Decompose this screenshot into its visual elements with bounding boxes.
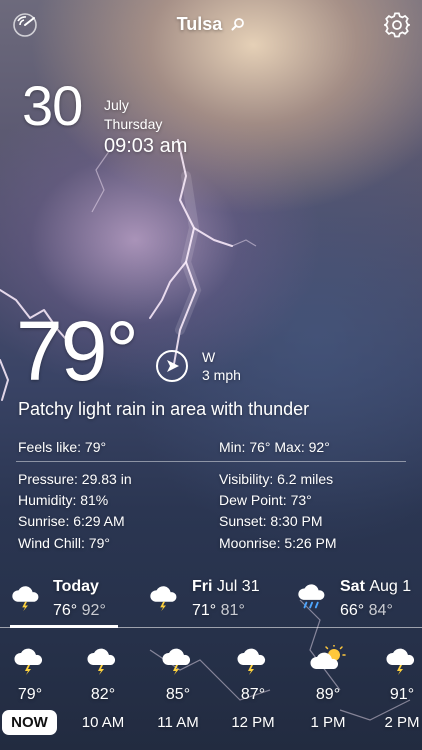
wind-chill: Wind Chill: 79° <box>18 535 110 551</box>
wind-speed: 3 mph <box>202 367 241 383</box>
sunrise: Sunrise: 6:29 AM <box>18 513 125 529</box>
dew-point: Dew Point: 73° <box>219 492 312 508</box>
hourly-temp: 79° <box>17 686 43 703</box>
hourly-item[interactable]: 87° 12 PM <box>223 645 283 745</box>
forecast-day-label: Sat Aug 1 <box>340 578 412 595</box>
hourly-label: 11 AM <box>157 714 199 731</box>
wind-direction: W <box>202 349 216 365</box>
forecast-temps: 71° 81° <box>192 602 245 620</box>
thunderstorm-icon <box>150 586 177 612</box>
pressure: Pressure: 29.83 in <box>18 471 132 487</box>
hourly-item[interactable]: 82° 10 AM <box>73 645 133 745</box>
sunset: Sunset: 8:30 PM <box>219 513 323 529</box>
rain-icon <box>298 584 325 609</box>
feels-like: Feels like: 79° <box>18 439 107 455</box>
thunderstorm-icon <box>386 648 415 675</box>
hourly-temp: 89° <box>315 686 341 703</box>
thunderstorm-icon <box>162 648 191 675</box>
thunderstorm-icon <box>87 648 116 675</box>
thunderstorm-icon <box>237 648 266 675</box>
forecast-high: 71° <box>192 602 217 619</box>
hourly-temp: 85° <box>165 686 191 703</box>
forecast-low: 84° <box>368 602 393 619</box>
hourly-temp: 91° <box>389 686 415 703</box>
hourly-item[interactable]: 89° 1 PM <box>298 645 358 745</box>
forecast-day-label: Fri Jul 31 <box>192 578 260 595</box>
forecast-day-label: Today <box>53 578 99 595</box>
city-name: Tulsa <box>176 14 223 34</box>
visibility: Visibility: 6.2 miles <box>219 471 334 487</box>
date-month: July <box>104 97 129 113</box>
forecast-divider <box>0 627 422 628</box>
divider <box>16 461 406 462</box>
forecast-temps: 76° 92° <box>53 602 106 620</box>
forecast-low: 92° <box>81 602 106 619</box>
hourly-temp: 82° <box>90 686 116 703</box>
thunderstorm-icon <box>12 586 39 612</box>
hourly-label-now: NOW <box>11 714 48 731</box>
forecast-temps: 66° 84° <box>340 602 393 620</box>
thunderstorm-icon <box>14 648 43 675</box>
hourly-temp: 87° <box>240 686 266 703</box>
hourly-label: 10 AM <box>81 714 125 731</box>
hourly-item[interactable]: 91° 2 PM <box>372 645 422 745</box>
partly-sunny-icon <box>310 645 346 669</box>
hourly-label: 2 PM <box>384 714 420 731</box>
hourly-label: 12 PM <box>231 714 275 731</box>
settings-button[interactable] <box>382 12 412 43</box>
forecast-high: 76° <box>53 602 78 619</box>
date-day: 30 <box>22 74 83 137</box>
forecast-low: 81° <box>220 602 245 619</box>
humidity: Humidity: 81% <box>18 492 109 508</box>
weather-condition: Patchy light rain in area with thunder <box>18 399 310 419</box>
current-temperature: 79° <box>16 304 139 398</box>
gear-icon <box>382 12 412 38</box>
hourly-label: 1 PM <box>310 714 346 731</box>
hourly-item[interactable]: 85° 11 AM <box>148 645 208 745</box>
date-weekday: Thursday <box>104 116 163 132</box>
min-max: Min: 76° Max: 92° <box>219 439 330 455</box>
city-selector[interactable]: Tulsa <box>0 14 422 35</box>
current-time: 09:03 am <box>104 135 188 157</box>
wind-direction-indicator <box>156 350 188 382</box>
search-icon <box>231 18 245 31</box>
forecast-high: 66° <box>340 602 365 619</box>
wind-arrow-icon <box>167 360 179 372</box>
moonrise: Moonrise: 5:26 PM <box>219 535 337 551</box>
